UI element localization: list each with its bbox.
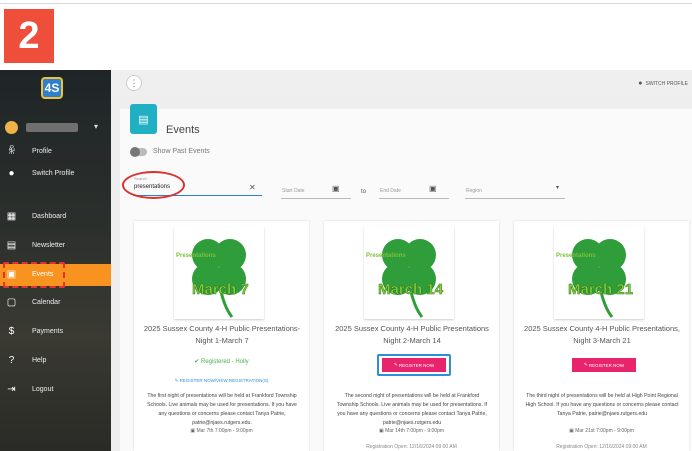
page-title: Events bbox=[166, 124, 200, 136]
end-date-underline bbox=[379, 198, 449, 199]
event-description: The second night of presentations will b… bbox=[336, 393, 488, 426]
event-description: The third night of presentations will be… bbox=[525, 393, 679, 417]
event-title: 2025 Sussex County 4-H Public Presentati… bbox=[335, 324, 489, 345]
app-logo[interactable]: 4S bbox=[41, 77, 63, 99]
status-text: Registered - Holly bbox=[201, 359, 249, 365]
sidebar: 4S ▾ ꆜ Profile ● Switch Profile ▦ Dashbo… bbox=[0, 70, 111, 451]
person-icon: ● bbox=[638, 80, 643, 87]
annotation-circle-search bbox=[122, 171, 185, 199]
sidebar-item-label: Logout bbox=[32, 386, 54, 393]
button-label: REGISTER NOW bbox=[588, 362, 625, 368]
date-range-separator: to bbox=[361, 189, 367, 195]
main-content: ⋮ ● SWITCH PROFILE ▤ Events Show Past Eve… bbox=[111, 70, 692, 451]
avatar bbox=[5, 121, 18, 134]
help-icon: ? bbox=[8, 355, 15, 366]
annotation-highlight-events bbox=[3, 262, 65, 288]
event-image: Presentations March 21 bbox=[554, 227, 644, 319]
sidebar-item-label: Newsletter bbox=[32, 242, 66, 249]
sidebar-item-label: Payments bbox=[32, 328, 64, 335]
event-card: Presentations March 7 2025 Sussex County… bbox=[134, 221, 309, 451]
region-select[interactable]: Region bbox=[466, 188, 482, 194]
step-number-badge: 2 bbox=[4, 9, 54, 63]
clover-sub: Presentations bbox=[556, 253, 596, 259]
clover-date-text: March 7 bbox=[192, 281, 249, 299]
user-menu[interactable]: ▾ bbox=[0, 117, 111, 139]
event-image: Presentations March 14 bbox=[364, 227, 454, 319]
user-name-redacted bbox=[26, 123, 78, 132]
sidebar-item-label: Profile bbox=[32, 148, 52, 155]
sidebar-item-label: Calendar bbox=[32, 299, 61, 306]
registration-open: Registration Open: 12/16/2024 09:00 AM bbox=[366, 444, 457, 450]
event-description: The first night of presentations will be… bbox=[147, 393, 297, 426]
dollar-icon: $ bbox=[8, 326, 15, 337]
sidebar-item-label: Help bbox=[32, 357, 47, 364]
sidebar-item-logout[interactable]: ⇥ Logout bbox=[0, 379, 111, 401]
region-underline bbox=[465, 198, 565, 199]
start-date-underline bbox=[281, 198, 351, 199]
screenshot-page: 2 4S ▾ ꆜ Profile ● Switch Profile ▦ Dash… bbox=[0, 0, 692, 451]
end-date-field[interactable]: End Date bbox=[380, 188, 401, 194]
clover-image bbox=[572, 239, 626, 318]
button-label: REGISTER NOW bbox=[398, 362, 435, 368]
toggle-label: Show Past Events bbox=[153, 148, 210, 155]
caret-down-icon: ▾ bbox=[94, 122, 99, 131]
clear-icon[interactable]: ✕ bbox=[249, 183, 256, 192]
sidebar-item-label: Dashboard bbox=[32, 213, 67, 220]
sidebar-item-help[interactable]: ? Help bbox=[0, 350, 111, 372]
sidebar-item-profile[interactable]: ꆜ Profile bbox=[0, 141, 111, 163]
dashboard-icon: ▦ bbox=[6, 211, 17, 222]
date-text: Mar 7th 7:00pm - 9:00pm bbox=[196, 428, 253, 434]
logout-icon: ⇥ bbox=[7, 384, 16, 395]
event-card: Presentations March 21 2025 Sussex Count… bbox=[514, 221, 689, 451]
clover-sub: Presentations bbox=[366, 253, 406, 259]
sidebar-item-payments[interactable]: $ Payments bbox=[0, 321, 111, 343]
sidebar-item-newsletter[interactable]: ▤ Newsletter bbox=[0, 235, 111, 257]
check-icon: ✔ bbox=[194, 359, 201, 365]
calendar-icon[interactable]: ▣ bbox=[429, 184, 437, 193]
event-date: ▣ Mar 14th 7:00pm - 9:00pm bbox=[324, 428, 499, 434]
clover-date-text: March 14 bbox=[378, 281, 444, 299]
sidebar-item-dashboard[interactable]: ▦ Dashboard bbox=[0, 206, 111, 228]
clover-image bbox=[382, 239, 436, 318]
event-title: 2025 Sussex County 4-H Public Presentati… bbox=[143, 324, 301, 345]
date-text: Mar 14th 7:00pm - 9:00pm bbox=[385, 428, 445, 434]
events-header-icon: ▤ bbox=[130, 104, 157, 134]
sidebar-item-switch-profile[interactable]: ● Switch Profile bbox=[0, 163, 111, 185]
clover-date-text: March 21 bbox=[568, 281, 634, 299]
start-date-field[interactable]: Start Date bbox=[282, 188, 305, 194]
calendar-icon[interactable]: ▣ bbox=[332, 184, 340, 193]
newsletter-icon: ▤ bbox=[6, 240, 17, 251]
menu-toggle-button[interactable]: ⋮ bbox=[126, 75, 142, 91]
clover-image bbox=[192, 239, 246, 318]
switch-profile-label: SWITCH PROFILE bbox=[645, 81, 688, 87]
person-icon: ● bbox=[8, 168, 15, 179]
register-now-button[interactable]: ✎ REGISTER NOW bbox=[572, 358, 636, 372]
event-image: Presentations March 7 bbox=[174, 227, 264, 319]
date-text: Mar 21st 7:00pm - 9:00pm bbox=[575, 428, 634, 434]
top-bar: ⋮ ● SWITCH PROFILE bbox=[111, 70, 692, 97]
divider bbox=[0, 3, 692, 4]
caret-down-icon: ▾ bbox=[556, 185, 560, 191]
registration-status: ✔ Registered - Holly bbox=[134, 358, 309, 365]
register-now-button[interactable]: ✎ REGISTER NOW bbox=[382, 358, 446, 372]
person-walk-icon: ꆜ bbox=[7, 146, 16, 157]
calendar-icon: ▢ bbox=[6, 297, 17, 308]
sidebar-item-label: Switch Profile bbox=[32, 170, 75, 177]
event-date: ▣ Mar 7th 7:00pm - 9:00pm bbox=[134, 428, 309, 434]
view-registration-link[interactable]: ✎ REGISTER NOW/VIEW REGISTRATION(S) bbox=[134, 378, 309, 384]
show-past-events-toggle[interactable] bbox=[130, 147, 147, 157]
registration-open: Registration Open: 12/16/2024 09:00 AM bbox=[556, 444, 647, 450]
sidebar-item-calendar[interactable]: ▢ Calendar bbox=[0, 292, 111, 314]
switch-profile-link[interactable]: ● SWITCH PROFILE bbox=[638, 80, 688, 87]
clover-sub: Presentations bbox=[176, 253, 216, 259]
link-label: REGISTER NOW/VIEW REGISTRATION(S) bbox=[179, 378, 269, 383]
event-date: ▣ Mar 21st 7:00pm - 9:00pm bbox=[514, 428, 689, 434]
event-title: 2025 Sussex County 4-H Public Presentati… bbox=[524, 324, 680, 345]
event-card: Presentations March 14 2025 Sussex Count… bbox=[324, 221, 499, 451]
